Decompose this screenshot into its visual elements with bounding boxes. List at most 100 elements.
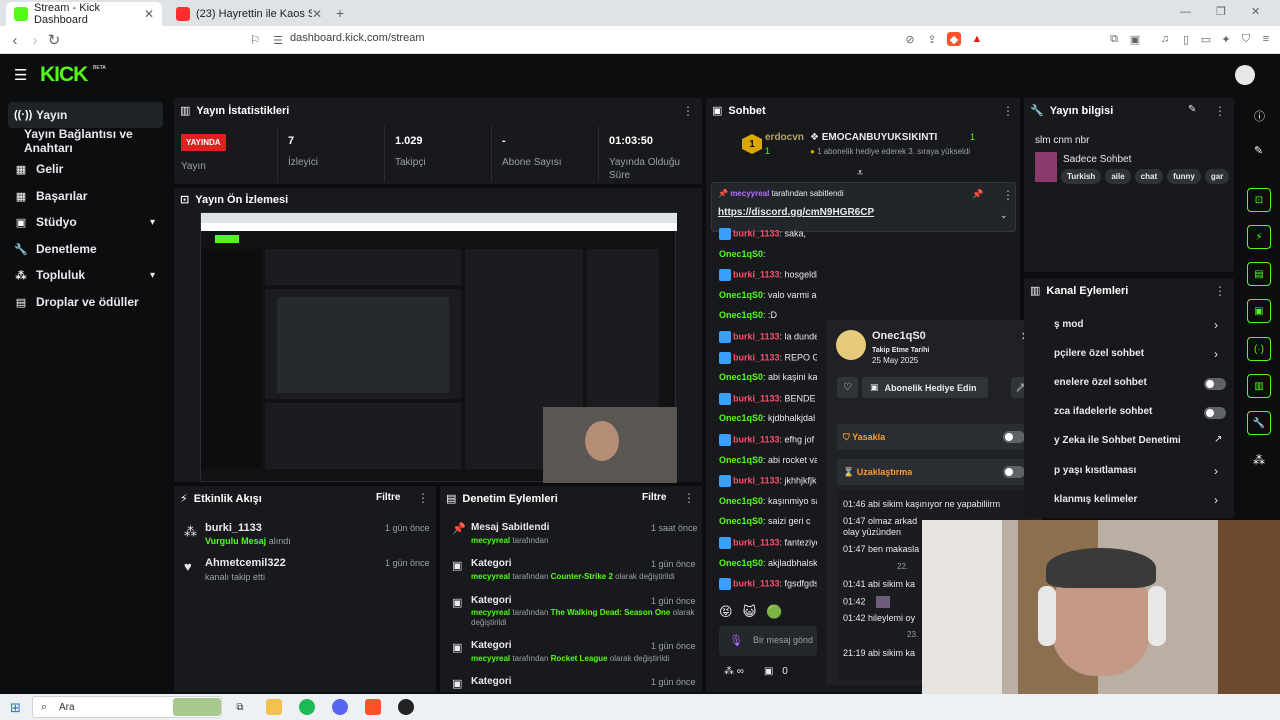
tag[interactable]: chat — [1134, 169, 1164, 184]
sidebar-toggle-icon[interactable]: ▯ — [1179, 32, 1193, 46]
more-options-icon[interactable]: ⋮ — [1214, 104, 1226, 118]
brave-rewards-icon[interactable]: ▲ — [970, 32, 984, 46]
edit-icon[interactable]: ✎ — [1188, 104, 1196, 115]
sidebar-item-gelir[interactable]: ▦ Gelir — [8, 156, 163, 182]
emote-icon[interactable]: 😝 — [719, 604, 733, 620]
taskbar-search[interactable]: ⌕ Ara — [32, 696, 222, 718]
chat-username[interactable]: burki_1133 — [733, 270, 780, 280]
close-tab-icon[interactable]: ✕ — [312, 7, 322, 21]
sidebar-item-droplar[interactable]: ▤ Droplar ve ödüller — [8, 289, 163, 315]
chat-username[interactable]: burki_1133 — [733, 537, 780, 547]
sidebar-item-denetleme[interactable]: 🔧 Denetleme — [8, 236, 163, 262]
community-icon[interactable]: ⁂ — [1253, 453, 1265, 467]
activity-user[interactable]: burki_1133 — [205, 522, 262, 534]
community-points-icon[interactable]: ⁂ ∞ — [724, 666, 744, 677]
sidebar-item-basarilar[interactable]: ▦ Başarılar — [8, 183, 163, 209]
chat-username[interactable]: burki_1133 — [733, 434, 780, 444]
channel-action-row[interactable]: y Zeka ile Sohbet Denetimi ↗ — [1054, 434, 1226, 450]
category-name[interactable]: Sadece Sohbet — [1063, 154, 1131, 165]
tag[interactable]: aile — [1105, 169, 1131, 184]
collapse-icon[interactable]: ⩡ — [857, 167, 863, 180]
close-window-icon[interactable]: ✕ — [1251, 6, 1260, 18]
brave-shield-icon[interactable]: ◆ — [947, 32, 961, 46]
stream-preview-video[interactable] — [200, 212, 677, 483]
broadcast-icon[interactable]: (·) — [1247, 337, 1271, 361]
activity-user[interactable]: Ahmetcemil322 — [205, 557, 286, 569]
sidebar-item-topluluk[interactable]: ⁂ Topluluk ▾ — [8, 262, 163, 288]
emote-icon[interactable]: 😺 — [743, 604, 757, 620]
wallet-icon[interactable]: ▭ — [1199, 32, 1213, 46]
share-icon[interactable]: ⇪ — [925, 32, 939, 46]
channel-action-row[interactable]: pçilere özel sohbet › — [1054, 347, 1226, 363]
ai-icon[interactable]: ✦ — [1219, 32, 1233, 46]
media-icon[interactable]: ♫ — [1158, 32, 1172, 46]
vpn-icon[interactable]: ⛉ — [1239, 32, 1253, 46]
chat-username[interactable]: Onec1qS0 — [719, 290, 763, 300]
mic-icon[interactable]: 🎙 — [729, 634, 743, 647]
sidebar-item-stream-key[interactable]: Yayın Bağlantısı ve Anahtarı — [8, 127, 163, 155]
channel-action-row[interactable]: p yaşı kısıtlaması › — [1054, 464, 1226, 480]
chat-username[interactable]: burki_1133 — [733, 331, 780, 341]
chat-username[interactable]: Onec1qS0 — [719, 372, 763, 382]
task-view-icon[interactable]: ⧉ — [232, 699, 248, 715]
url-field[interactable]: dashboard.kick.com/stream — [290, 32, 425, 44]
chat-username[interactable]: Onec1qS0 — [719, 558, 763, 568]
follow-heart-button[interactable]: ♡ — [837, 377, 858, 398]
chat-username[interactable]: Onec1qS0 — [719, 310, 763, 320]
channel-action-toggle[interactable] — [1204, 378, 1226, 390]
log-icon[interactable]: ▤ — [1247, 262, 1271, 286]
file-explorer-icon[interactable] — [266, 699, 282, 715]
chat-username[interactable]: Onec1qS0 — [719, 249, 763, 259]
chat-username[interactable]: burki_1133 — [733, 228, 780, 238]
user-card-name[interactable]: Onec1qS0 — [872, 330, 926, 342]
obs-icon[interactable] — [398, 699, 414, 715]
chat-username[interactable]: burki_1133 — [733, 579, 780, 589]
tag[interactable]: gar — [1204, 169, 1230, 184]
more-options-icon[interactable]: ⋮ — [417, 491, 429, 505]
extensions-icon[interactable]: ⧉ — [1107, 32, 1121, 46]
chat-username[interactable]: burki_1133 — [733, 393, 780, 403]
brave-icon[interactable] — [365, 699, 381, 715]
stats-icon[interactable]: ▥ — [1247, 374, 1271, 398]
gift-sub-button[interactable]: ▣ Abonelik Hediye Edin — [862, 377, 988, 398]
more-options-icon[interactable]: ⋮ — [1214, 284, 1226, 298]
more-options-icon[interactable]: ⋮ — [683, 491, 695, 505]
avatar[interactable] — [1235, 65, 1255, 85]
timeout-toggle[interactable] — [1003, 466, 1025, 478]
bookmark-icon[interactable]: ⚐ — [245, 30, 265, 50]
windows-start-icon[interactable]: ⊞ — [10, 700, 21, 716]
chat-username[interactable]: burki_1133 — [733, 352, 780, 362]
chat-input[interactable]: 🎙 Bir mesaj gönd — [719, 626, 817, 656]
channel-action-toggle[interactable] — [1204, 407, 1226, 419]
bolt-icon[interactable]: ⚡ — [1247, 225, 1271, 249]
gift-box[interactable]: ▣ 0 — [764, 666, 788, 677]
pencil-icon[interactable]: ✎ — [1254, 144, 1263, 157]
chat-username[interactable]: Onec1qS0 — [719, 455, 763, 465]
channel-action-row[interactable]: klanmış kelimeler › — [1054, 493, 1226, 509]
menu-icon[interactable]: ≡ — [1259, 32, 1273, 46]
hamburger-menu-icon[interactable]: ☰ — [14, 66, 27, 84]
gifter-name[interactable]: erdocvn — [765, 132, 804, 143]
filter-button[interactable]: Filtre — [642, 492, 666, 503]
chevron-down-icon[interactable]: ⌄ — [1000, 210, 1008, 221]
pinned-user[interactable]: mecyyreal — [730, 189, 769, 198]
chat-username[interactable]: Onec1qS0 — [719, 496, 763, 506]
sidebar-item-studyo[interactable]: ▣ Stüdyo ▾ — [8, 209, 163, 235]
camera-off-icon[interactable]: ⊘ — [903, 32, 917, 46]
more-options-icon[interactable]: ⋮ — [1002, 104, 1014, 118]
new-tab-icon[interactable]: + — [336, 5, 344, 21]
tab-kick-dashboard[interactable]: Stream - Kick Dashboard ✕ — [6, 2, 162, 26]
pinned-link[interactable]: https://discord.gg/cmN9HGR6CP — [718, 207, 874, 218]
more-options-icon[interactable]: ⋮ — [682, 104, 694, 118]
sidebar-item-yayin[interactable]: ((·)) Yayın — [8, 102, 163, 128]
site-info-icon[interactable]: ☰ — [268, 30, 288, 50]
ban-toggle[interactable] — [1003, 431, 1025, 443]
tag[interactable]: funny — [1167, 169, 1201, 184]
maximize-icon[interactable]: ❐ — [1216, 6, 1226, 18]
clip-icon[interactable]: ⊡ — [1247, 188, 1271, 212]
chat-icon[interactable]: ▣ — [1247, 299, 1271, 323]
channel-action-row[interactable]: zca ifadelerle sohbet — [1054, 405, 1226, 421]
chat-username[interactable]: Onec1qS0 — [719, 413, 763, 423]
discord-icon[interactable] — [332, 699, 348, 715]
channel-action-row[interactable]: ş mod › — [1054, 318, 1226, 334]
